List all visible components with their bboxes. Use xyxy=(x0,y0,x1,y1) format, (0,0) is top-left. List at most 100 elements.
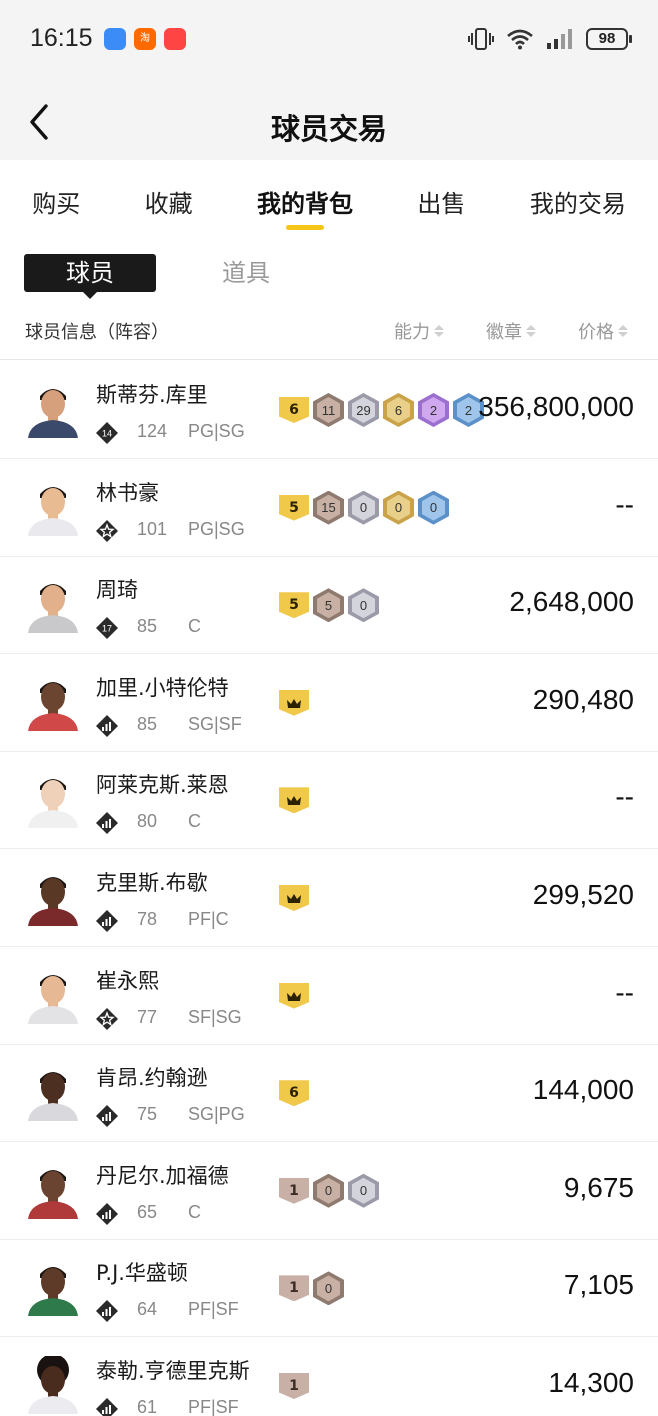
svg-text:17: 17 xyxy=(102,624,112,634)
badge-group: 1 xyxy=(279,1369,309,1403)
player-row[interactable]: 崔永熙 77 SF|SG -- xyxy=(0,947,658,1045)
sort-badge[interactable]: 徽章 xyxy=(486,318,536,344)
tab-1[interactable]: 收藏 xyxy=(112,160,224,238)
player-row[interactable]: 周琦 17 85 C 5 5 0 2,648,000 xyxy=(0,556,658,655)
rank-icon xyxy=(96,910,118,932)
rank-icon xyxy=(96,1007,118,1030)
badge-count: 5 xyxy=(317,592,340,619)
crown-level-badge xyxy=(279,982,309,1009)
crown-icon xyxy=(287,796,301,806)
bronze-badge-count: 11 xyxy=(313,393,344,427)
rank-icon: 14 xyxy=(96,422,118,444)
sort-ability[interactable]: 能力 xyxy=(394,318,444,344)
gold-badge-count: 0 xyxy=(383,490,414,525)
player-row[interactable]: 阿莱克斯.莱恩 80 C -- xyxy=(0,751,658,850)
player-avatar xyxy=(24,478,82,536)
rank-icon: 17 xyxy=(96,617,118,640)
status-icons: 98 xyxy=(468,22,632,56)
taobao-app-icon: 淘 xyxy=(134,28,156,50)
badge-group: 100 xyxy=(279,1173,379,1208)
player-rating: 75 xyxy=(137,1104,158,1125)
player-name: 林书豪 xyxy=(96,480,159,505)
player-row[interactable]: 加里.小特伦特 85 SG|SF 290,480 xyxy=(0,654,658,752)
badge-group xyxy=(279,979,309,1013)
player-row[interactable]: 泰勒.亨德里克斯 61 PF|SF 1 14,300 xyxy=(0,1337,658,1416)
bronze-badge-count: 5 xyxy=(313,588,344,623)
level-badge: 1 xyxy=(279,1275,309,1302)
player-avatar xyxy=(24,1258,82,1317)
player-row[interactable]: 克里斯.布歇 78 PF|C 299,520 xyxy=(0,849,658,947)
sort-icon xyxy=(618,325,628,337)
player-avatar xyxy=(24,966,82,1024)
subtab-0[interactable]: 球员 xyxy=(24,254,156,299)
player-row[interactable]: 肯昂.约翰逊 75 SG|PG 6 144,000 xyxy=(0,1044,658,1143)
column-player-info: 球员信息（阵容） xyxy=(25,322,169,343)
badge-count: 0 xyxy=(422,494,445,521)
silver-badge-count: 29 xyxy=(348,393,379,427)
player-price: 356,800,000 xyxy=(478,391,634,422)
status-bar: 16:15 淘 98 xyxy=(0,0,658,80)
player-row[interactable]: 斯蒂芬.库里 14 124 PG|SG 6 11 29 6 2 2 356,800,000 xyxy=(0,361,658,459)
player-avatar xyxy=(24,868,82,926)
player-rating: 85 xyxy=(137,616,158,637)
player-positions: SF|SG xyxy=(188,1006,242,1027)
sort-icon xyxy=(526,325,536,337)
player-price: 9,675 xyxy=(563,1171,634,1203)
level-badge: 5 xyxy=(279,592,309,619)
main-tabs: 购买 收藏 我的背包 出售 我的交易 xyxy=(0,160,658,238)
column-badge-label: 徽章 xyxy=(486,322,522,343)
crown-level-badge xyxy=(279,885,309,911)
svg-text:14: 14 xyxy=(102,429,112,439)
player-price: 14,300 xyxy=(548,1367,634,1398)
player-avatar xyxy=(24,770,82,829)
player-avatar xyxy=(24,1356,82,1414)
rank-icon xyxy=(96,1202,118,1225)
player-avatar xyxy=(24,380,82,438)
bronze-badge-count: 15 xyxy=(313,490,344,525)
player-price: -- xyxy=(615,781,634,813)
badge-count: 0 xyxy=(317,1177,340,1204)
battery-indicator: 98 xyxy=(586,28,632,50)
tab-3[interactable]: 出售 xyxy=(385,160,497,238)
badge-count: 0 xyxy=(387,494,410,521)
badge-group: 6 11 29 6 2 2 xyxy=(279,393,484,427)
badge-group: 550 xyxy=(279,588,379,623)
page-header: 球员交易 xyxy=(0,80,658,160)
silver-badge-count: 0 xyxy=(348,1173,379,1208)
badge-group: 5 15 0 0 0 xyxy=(279,490,449,525)
bronze-badge-count: 0 xyxy=(313,1271,344,1306)
player-name: 丹尼尔.加福德 xyxy=(96,1163,229,1188)
badge-count: 0 xyxy=(317,1275,340,1302)
status-time: 16:15 xyxy=(30,24,93,52)
tab-0[interactable]: 购买 xyxy=(0,160,112,238)
player-rating: 85 xyxy=(137,713,158,734)
badge-count: 0 xyxy=(352,494,375,521)
sort-price[interactable]: 价格 xyxy=(578,318,628,344)
player-positions: C xyxy=(188,616,201,637)
player-rating: 124 xyxy=(137,421,168,441)
player-price: 299,520 xyxy=(532,879,634,910)
crown-icon xyxy=(287,991,301,1001)
badge-count: 0 xyxy=(352,592,375,619)
player-row[interactable]: 林书豪 101 PG|SG 5 15 0 0 0 -- xyxy=(0,459,658,557)
crown-icon xyxy=(287,698,301,708)
player-rating: 65 xyxy=(137,1201,158,1222)
tab-2[interactable]: 我的背包 xyxy=(225,160,385,238)
sub-tabs: 球员 道具 xyxy=(24,254,336,299)
subtab-1[interactable]: 道具 xyxy=(180,254,312,292)
player-row[interactable]: 丹尼尔.加福德 65 C 1 0 0 9,675 xyxy=(0,1142,658,1240)
badge-group: 6 xyxy=(279,1076,309,1110)
rank-icon xyxy=(96,1105,118,1128)
wifi-icon xyxy=(507,29,533,50)
player-avatar xyxy=(24,1161,82,1219)
player-positions: PG|SG xyxy=(188,421,245,441)
rank-icon xyxy=(96,519,118,542)
sort-icon xyxy=(434,325,444,337)
level-badge: 1 xyxy=(279,1373,309,1399)
player-price: 2,648,000 xyxy=(509,586,634,618)
player-row[interactable]: P.J.华盛顿 64 PF|SF 1 0 7,105 xyxy=(0,1239,658,1338)
player-price: -- xyxy=(615,488,634,520)
crown-icon xyxy=(287,894,301,903)
tab-4[interactable]: 我的交易 xyxy=(498,160,658,238)
player-name: 阿莱克斯.莱恩 xyxy=(96,773,229,798)
